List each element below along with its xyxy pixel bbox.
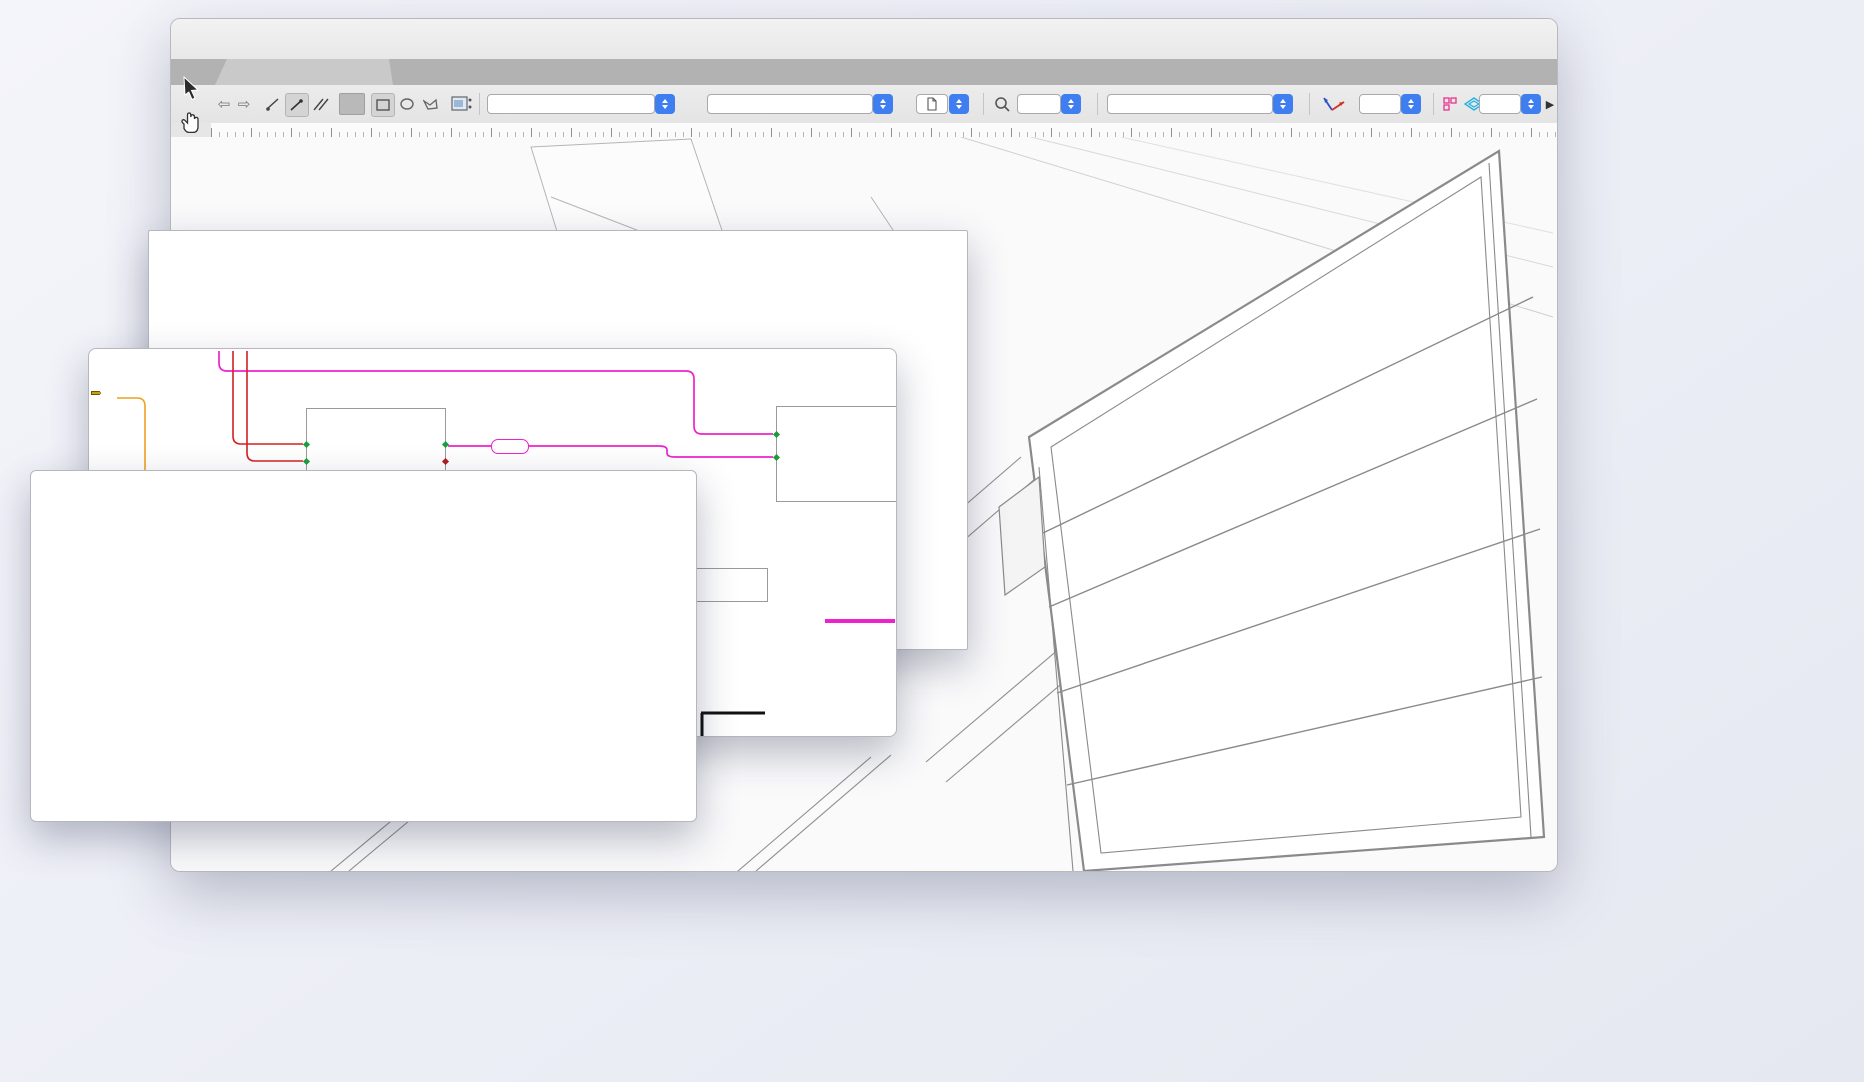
connector-tool-selected-icon[interactable]: [285, 93, 309, 117]
page-icon: [926, 97, 938, 111]
forward-arrow-button[interactable]: ⇨: [235, 93, 253, 115]
angle-stepper[interactable]: [1401, 94, 1421, 114]
thick-black-wire[interactable]: [701, 713, 765, 736]
layer-dropdown-2[interactable]: [707, 94, 873, 114]
back-arrow-button[interactable]: ⇦: [215, 93, 233, 115]
fill-swatch[interactable]: [339, 93, 365, 115]
amp-device-box[interactable]: [306, 408, 446, 476]
tab-bar: [171, 59, 1557, 86]
horizontal-ruler: [211, 123, 1557, 138]
thick-magenta-wire[interactable]: [825, 619, 895, 623]
lan1-wire[interactable]: [219, 351, 773, 434]
zoom-level-field[interactable]: [1017, 94, 1061, 114]
offset-field[interactable]: [1479, 94, 1521, 114]
layer-dropdown-1[interactable]: [487, 94, 655, 114]
layer-dropdown-2-stepper[interactable]: [873, 94, 893, 114]
titlebar[interactable]: [171, 19, 1557, 59]
close-traffic-light[interactable]: [189, 33, 202, 46]
pan-hand-icon[interactable]: [178, 110, 204, 143]
dmi-wire[interactable]: [117, 398, 145, 479]
zoom-stepper[interactable]: [1061, 94, 1081, 114]
switch-device-box[interactable]: [776, 406, 897, 502]
zoom-traffic-light[interactable]: [225, 33, 238, 46]
multi-connector-tool-icon[interactable]: [310, 93, 332, 115]
layer-dropdown-1-stepper[interactable]: [655, 94, 675, 114]
ellipse-tool-icon[interactable]: [397, 93, 417, 115]
toolbar: ⇦ ⇨: [171, 85, 1557, 124]
offset-stepper[interactable]: [1521, 94, 1541, 114]
toolbar-overflow-chevron[interactable]: ▶: [1545, 93, 1555, 115]
minimize-traffic-light[interactable]: [207, 33, 220, 46]
tab-connectcad[interactable]: [215, 59, 393, 85]
grid-icon[interactable]: [1441, 93, 1459, 115]
layer-dropdown-3-stepper[interactable]: [1273, 94, 1293, 114]
polygon-tool-icon[interactable]: [420, 93, 442, 115]
cable-tag-cat5e[interactable]: [491, 439, 529, 454]
view-panel-icon[interactable]: [449, 93, 475, 115]
rectangle-tool-icon[interactable]: [371, 93, 395, 117]
xy-arrows-icon[interactable]: [1319, 93, 1349, 115]
connector-tool-icon[interactable]: [263, 93, 283, 115]
zoom-search-icon[interactable]: [991, 93, 1013, 115]
dmi-tag[interactable]: [91, 391, 101, 395]
selection-cursor-icon[interactable]: [182, 76, 204, 107]
patch-panel-window[interactable]: [30, 470, 697, 822]
page-field[interactable]: [916, 94, 948, 114]
page-stepper[interactable]: [949, 94, 969, 114]
d9-wire[interactable]: [233, 351, 303, 444]
layer-dropdown-3[interactable]: [1107, 94, 1273, 114]
angle-field[interactable]: [1359, 94, 1401, 114]
